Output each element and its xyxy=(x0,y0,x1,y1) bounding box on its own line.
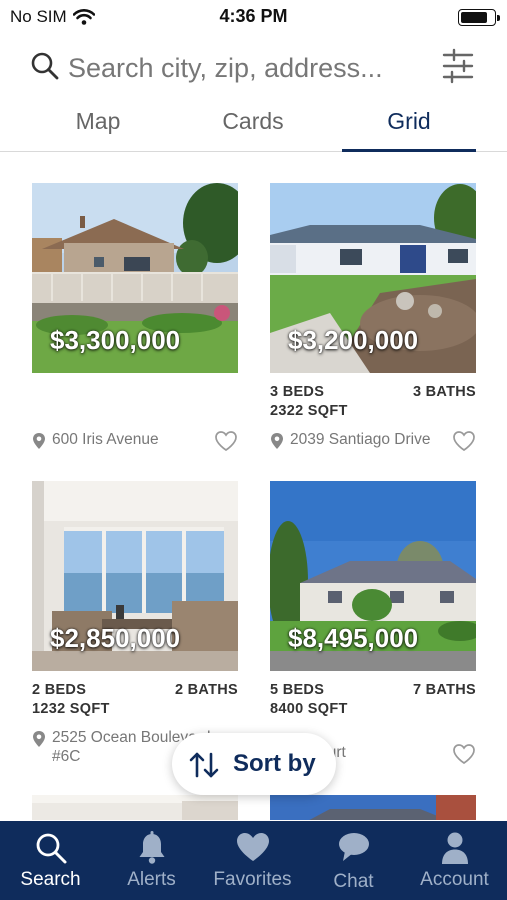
listing-beds-baths: 5 BEDS 7 BATHS xyxy=(270,682,476,698)
battery-icon xyxy=(458,9,500,26)
nav-chat[interactable]: Chat xyxy=(303,821,404,900)
listing-card[interactable]: $3,200,000 3 BEDS 3 BATHS 2322 SQFT 2039… xyxy=(270,183,476,452)
chat-bubble-icon xyxy=(338,833,369,861)
nav-account[interactable]: Account xyxy=(404,821,505,900)
favorite-heart-icon[interactable] xyxy=(214,430,238,452)
listing-beds: 2 BEDS xyxy=(32,682,87,698)
bell-icon xyxy=(139,831,164,864)
person-icon xyxy=(441,832,468,864)
listing-price: $3,300,000 xyxy=(50,325,181,355)
listing-card[interactable]: $3,300,000 600 Iris Avenue xyxy=(32,183,238,452)
listing-card[interactable]: $8,495,000 5 BEDS 7 BATHS 8400 SQFT shir… xyxy=(270,481,476,765)
sort-button[interactable]: Sort by xyxy=(172,733,336,795)
nav-account-label: Account xyxy=(420,869,489,890)
favorite-heart-icon[interactable] xyxy=(452,743,476,765)
status-bar: No SIM 4:36 PM xyxy=(0,0,507,34)
listing-beds-baths: 2 BEDS 2 BATHS xyxy=(32,682,238,698)
heart-icon xyxy=(236,833,269,861)
listing-photo[interactable]: $3,300,000 xyxy=(32,183,238,373)
listing-photo[interactable]: $8,495,000 xyxy=(270,481,476,671)
sort-button-label: Sort by xyxy=(233,750,316,777)
nav-alerts-label: Alerts xyxy=(127,869,176,890)
listing-grid: $3,300,000 600 Iris Avenue $3,200,000 3 … xyxy=(0,152,507,820)
listing-beds: 3 BEDS xyxy=(270,384,325,400)
listing-beds: 5 BEDS xyxy=(270,682,325,698)
location-pin-icon xyxy=(271,433,283,449)
nav-search-label: Search xyxy=(20,869,81,890)
listing-sqft: 2322 SQFT xyxy=(270,403,348,419)
listing-sqft: 8400 SQFT xyxy=(270,701,348,717)
nav-alerts[interactable]: Alerts xyxy=(101,821,202,900)
tab-grid[interactable]: Grid xyxy=(342,108,476,152)
listing-address-row: 600 Iris Avenue xyxy=(32,430,238,470)
clock: 4:36 PM xyxy=(219,6,288,26)
listing-baths: 2 BATHS xyxy=(174,682,238,698)
listing-photo[interactable]: $3,200,000 xyxy=(270,183,476,373)
tab-cards[interactable]: Cards xyxy=(186,108,320,152)
nav-favorites[interactable]: Favorites xyxy=(202,821,303,900)
listing-price: $3,200,000 xyxy=(288,325,419,355)
battery-nub xyxy=(497,15,500,21)
bottom-nav: Search Alerts Favorites Chat Account xyxy=(0,821,507,900)
listing-beds-baths: 3 BEDS 3 BATHS xyxy=(270,384,476,400)
sort-arrows-icon xyxy=(189,752,219,778)
battery-level xyxy=(461,12,487,23)
listing-price: $2,850,000 xyxy=(50,623,181,653)
listing-photo[interactable] xyxy=(32,795,238,820)
listing-photo[interactable] xyxy=(270,795,476,820)
listing-card[interactable]: $2,850,000 2 BEDS 2 BATHS 1232 SQFT 2525… xyxy=(32,481,238,765)
favorite-heart-icon[interactable] xyxy=(452,430,476,452)
filter-sliders-icon[interactable] xyxy=(440,47,476,85)
listing-address: 2039 Santiago Drive xyxy=(290,431,431,448)
listing-baths: 3 BATHS xyxy=(412,384,476,400)
search-bar xyxy=(0,38,507,98)
tab-map[interactable]: Map xyxy=(31,108,165,152)
nav-favorites-label: Favorites xyxy=(213,869,292,890)
nav-chat-label: Chat xyxy=(333,871,374,892)
listing-address: 600 Iris Avenue xyxy=(52,431,159,448)
location-pin-icon xyxy=(33,731,45,747)
listing-price: $8,495,000 xyxy=(288,623,419,653)
location-pin-icon xyxy=(33,433,45,449)
listing-card[interactable] xyxy=(32,795,238,820)
listing-card[interactable] xyxy=(270,795,476,820)
search-input[interactable] xyxy=(68,48,428,88)
nav-search[interactable]: Search xyxy=(0,821,101,900)
search-icon xyxy=(36,833,66,864)
view-tabs: Map Cards Grid xyxy=(0,104,507,152)
search-icon xyxy=(31,52,59,80)
listing-photo[interactable]: $2,850,000 xyxy=(32,481,238,671)
listing-baths: 7 BATHS xyxy=(412,682,476,698)
listing-sqft: 1232 SQFT xyxy=(32,701,110,717)
listing-address-row: 2039 Santiago Drive xyxy=(270,430,476,470)
